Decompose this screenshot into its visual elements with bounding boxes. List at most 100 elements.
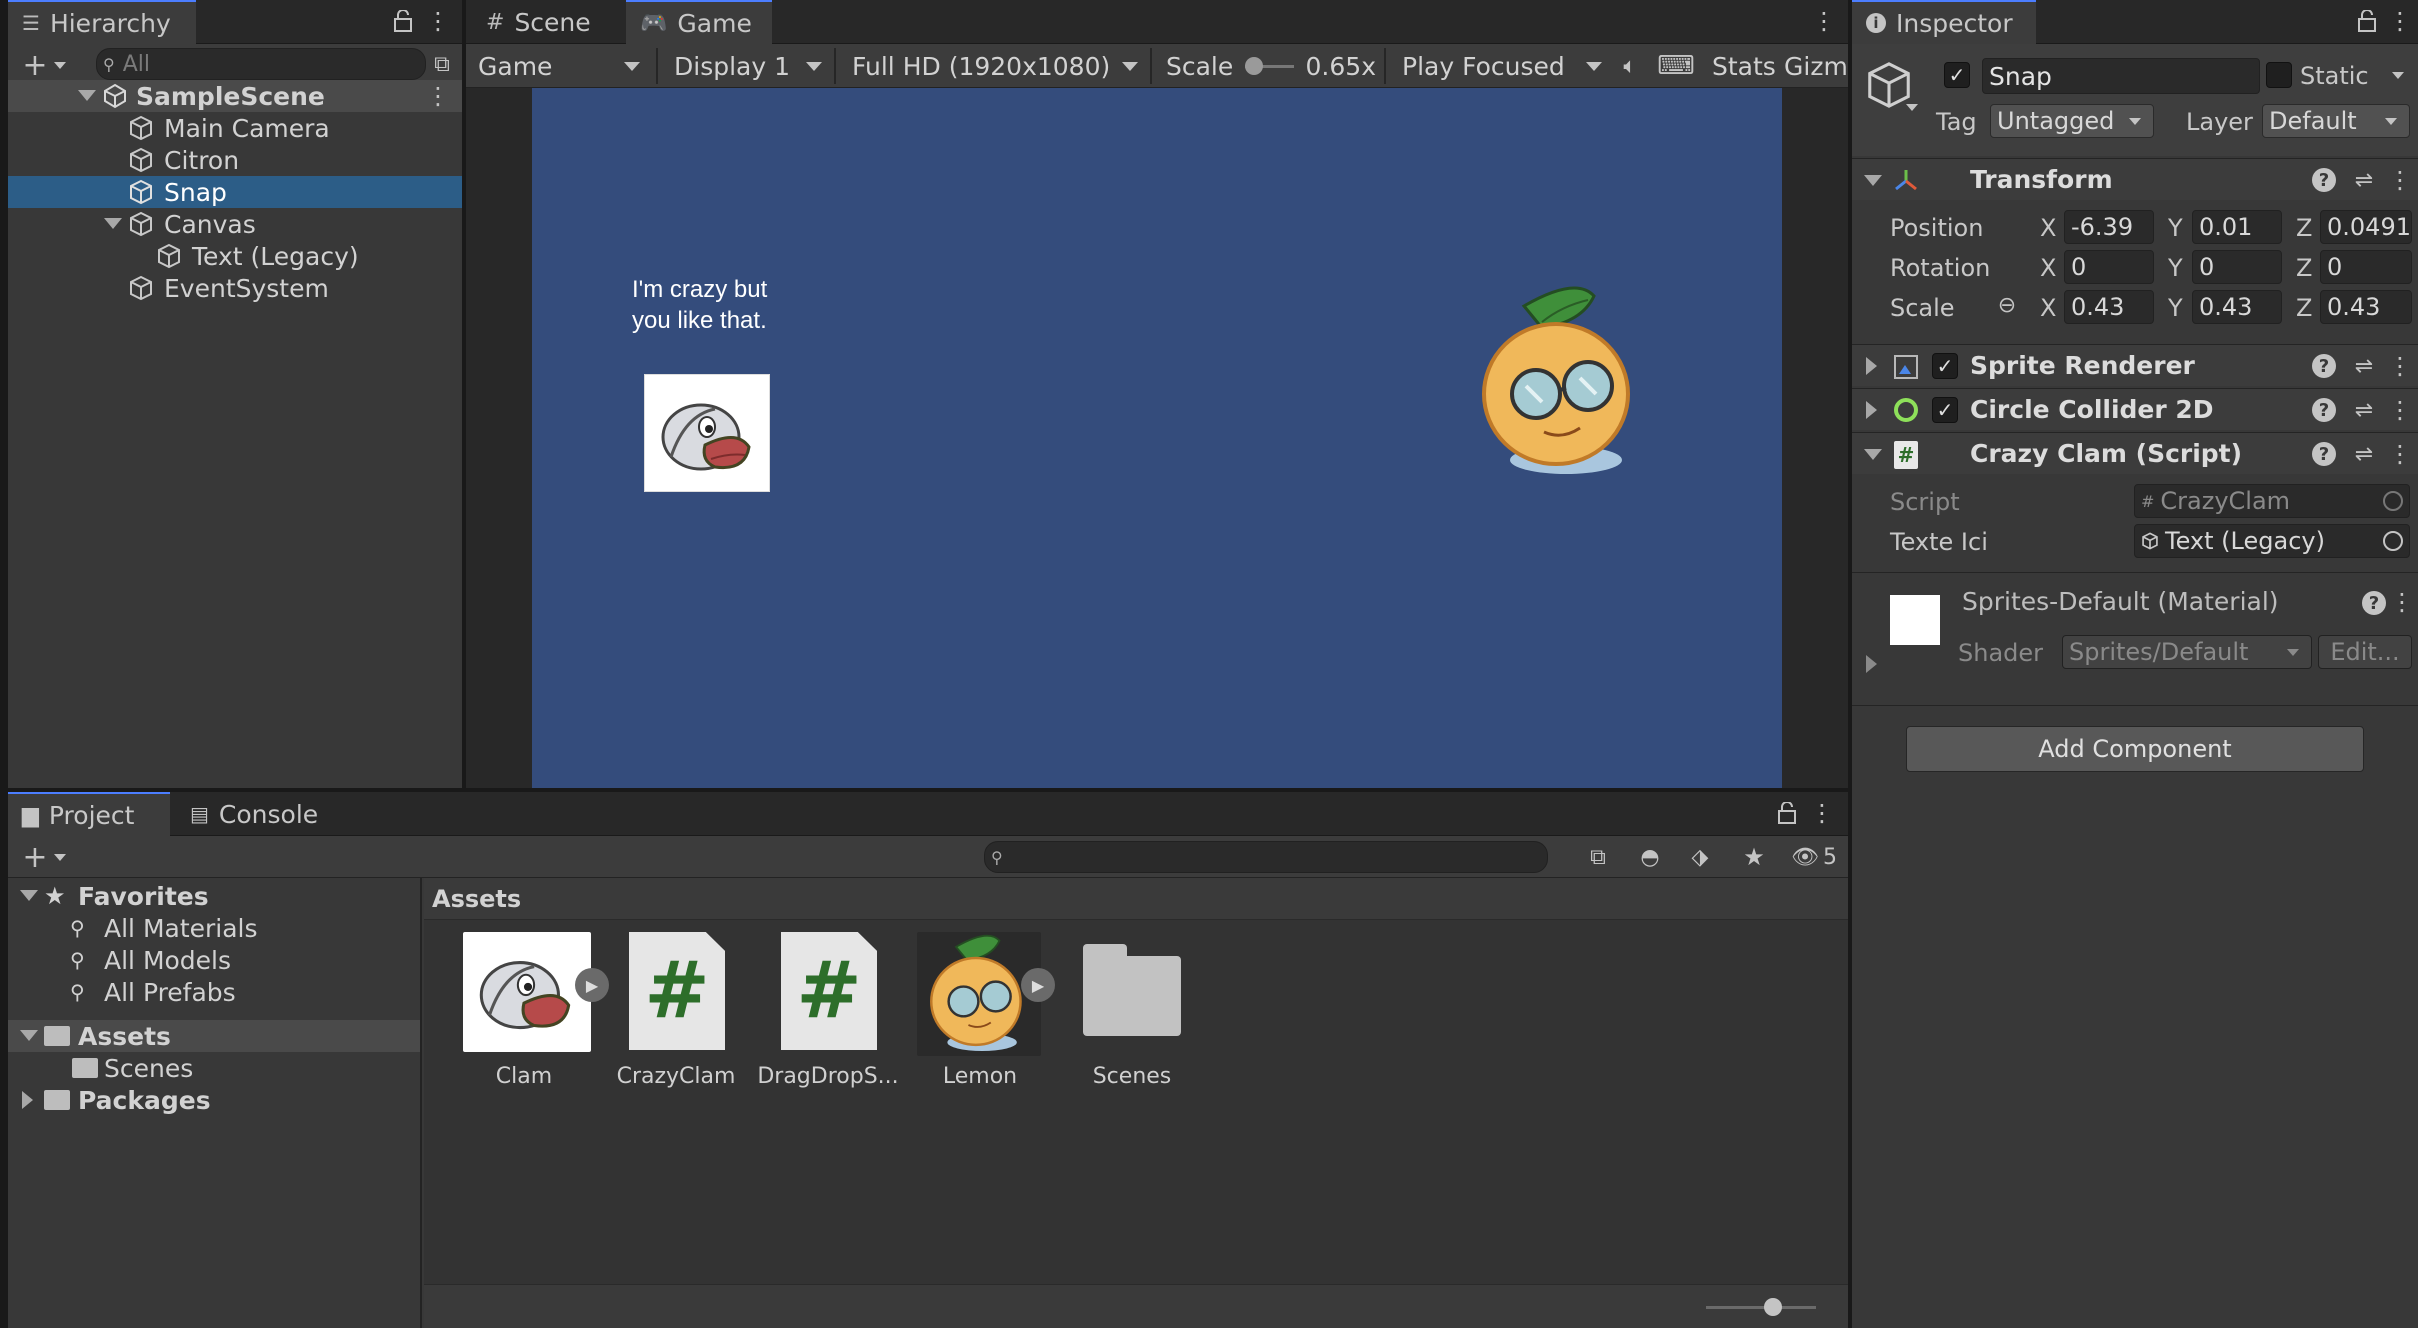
scene-row[interactable]: SampleScene ⋮ <box>8 80 462 112</box>
presets-icon[interactable]: ⇌ <box>2350 165 2378 195</box>
rotation-y-field[interactable]: 0 <box>2192 250 2282 284</box>
expand-arrow-icon[interactable] <box>22 1091 33 1109</box>
active-checkbox[interactable]: ✓ <box>1944 62 1970 88</box>
scale-z-field[interactable]: 0.43 <box>2320 290 2412 324</box>
help-icon[interactable]: ? <box>2312 168 2336 192</box>
expand-arrow-icon[interactable] <box>78 90 96 101</box>
lock-icon[interactable] <box>388 6 418 36</box>
presets-icon[interactable]: ⇌ <box>2350 351 2378 381</box>
tab-inspector[interactable]: i Inspector <box>1852 0 2036 44</box>
hidden-packages-toggle[interactable]: 👁︎ 5 <box>1786 842 1842 872</box>
add-object-button[interactable]: + <box>14 48 74 83</box>
tab-project[interactable]: ▆ Project <box>8 792 170 836</box>
kebab-menu-icon[interactable]: ⋮ <box>2388 165 2412 195</box>
favorites-item-all-prefabs[interactable]: ⚲ All Prefabs <box>8 976 420 1008</box>
kebab-menu-icon[interactable]: ⋮ <box>2388 395 2412 425</box>
help-icon[interactable]: ? <box>2312 398 2336 422</box>
expand-arrow-icon[interactable] <box>104 218 122 229</box>
expand-arrow-icon[interactable] <box>1866 357 1877 375</box>
hierarchy-item-text-legacy[interactable]: Text (Legacy) <box>8 240 462 272</box>
icon-size-slider[interactable] <box>1706 1297 1816 1317</box>
kebab-menu-icon[interactable]: ⋮ <box>2388 6 2412 36</box>
material-preview[interactable] <box>1890 595 1940 645</box>
link-icon[interactable]: ⊖ <box>1992 290 2022 320</box>
shader-edit-button[interactable]: Edit... <box>2318 635 2412 669</box>
packages-folder-row[interactable]: Packages <box>8 1084 420 1116</box>
favorites-item-all-models[interactable]: ⚲ All Models <box>8 944 420 976</box>
slider-thumb[interactable] <box>1245 57 1264 75</box>
help-icon[interactable]: ? <box>2312 442 2336 466</box>
hierarchy-item-canvas[interactable]: Canvas <box>8 208 462 240</box>
display-dropdown[interactable]: Display 1 <box>658 44 834 88</box>
game-viewport[interactable]: I'm crazy but you like that. <box>532 88 1782 788</box>
play-mode-dropdown[interactable]: Play Focused <box>1388 44 1612 88</box>
view-mode-dropdown[interactable]: Game <box>470 44 650 88</box>
filter-by-label-icon[interactable]: ⬗ <box>1684 842 1716 872</box>
scene-kebab-icon[interactable]: ⋮ <box>426 82 450 110</box>
position-z-field[interactable]: 0.0491 <box>2320 210 2412 244</box>
scale-x-field[interactable]: 0.43 <box>2064 290 2154 324</box>
kebab-menu-icon[interactable]: ⋮ <box>426 6 450 36</box>
audio-mute-icon[interactable]: 🔈︎ <box>1612 48 1648 84</box>
scale-slider[interactable] <box>1245 56 1294 76</box>
shader-dropdown[interactable]: Sprites/Default <box>2062 635 2312 669</box>
search-scope-icon[interactable]: ⧉ <box>1582 842 1614 872</box>
presets-icon[interactable]: ⇌ <box>2350 395 2378 425</box>
static-checkbox[interactable] <box>2266 62 2292 88</box>
slider-thumb[interactable] <box>1764 1298 1782 1316</box>
create-asset-button[interactable]: + <box>14 840 74 875</box>
stats-button[interactable]: Stats <box>1704 44 1784 88</box>
gizmos-button[interactable]: Gizm <box>1776 44 1848 88</box>
add-component-button[interactable]: Add Component <box>1906 726 2364 772</box>
lock-icon[interactable] <box>1772 798 1802 828</box>
transform-header[interactable]: Transform ? ⇌ ⋮ <box>1852 158 2418 200</box>
asset-crazyclam-script[interactable]: # CrazyClam <box>601 932 751 1102</box>
texte-ici-field[interactable]: Text (Legacy) <box>2134 524 2410 558</box>
favorites-row[interactable]: ★ Favorites <box>8 880 420 912</box>
layer-dropdown[interactable]: Default <box>2262 104 2410 138</box>
play-expand-icon[interactable]: ▶ <box>1021 968 1055 1002</box>
assets-breadcrumb[interactable]: Assets <box>424 878 1848 920</box>
resolution-dropdown[interactable]: Full HD (1920x1080) <box>838 44 1148 88</box>
hierarchy-search-input[interactable]: ⚲ All <box>96 48 426 80</box>
asset-clam[interactable]: ▶ Clam <box>449 932 609 1102</box>
hierarchy-item-eventsystem[interactable]: EventSystem <box>8 272 462 304</box>
sprite-renderer-header[interactable]: ✓ Sprite Renderer ? ⇌ ⋮ <box>1852 344 2418 386</box>
scale-y-field[interactable]: 0.43 <box>2192 290 2282 324</box>
asset-dragdrop-script[interactable]: # DragDropS... <box>753 932 903 1102</box>
help-icon[interactable]: ? <box>2362 591 2386 615</box>
hierarchy-item-snap[interactable]: Snap <box>8 176 462 208</box>
position-y-field[interactable]: 0.01 <box>2192 210 2282 244</box>
favorite-star-icon[interactable]: ★ <box>1738 842 1770 872</box>
tab-game[interactable]: 🎮 Game <box>626 0 772 44</box>
expand-arrow-icon[interactable] <box>1864 175 1882 186</box>
expand-arrow-icon[interactable] <box>20 890 38 901</box>
kebab-menu-icon[interactable]: ⋮ <box>1810 798 1834 828</box>
expand-arrow-icon[interactable] <box>1866 655 1877 673</box>
crazy-clam-header[interactable]: # Crazy Clam (Script) ? ⇌ ⋮ <box>1852 432 2418 474</box>
object-picker-icon[interactable] <box>2383 531 2403 551</box>
asset-scenes-folder[interactable]: Scenes <box>1057 932 1207 1102</box>
object-name-field[interactable]: Snap <box>1982 58 2260 94</box>
hierarchy-item-main-camera[interactable]: Main Camera <box>8 112 462 144</box>
assets-folder-row[interactable]: Assets <box>8 1020 420 1052</box>
kebab-menu-icon[interactable]: ⋮ <box>2390 587 2414 617</box>
tag-dropdown[interactable]: Untagged <box>1990 104 2154 138</box>
tab-scene[interactable]: # Scene <box>472 0 620 44</box>
favorites-item-all-materials[interactable]: ⚲ All Materials <box>8 912 420 944</box>
expand-arrow-icon[interactable] <box>20 1030 38 1041</box>
chevron-down-icon[interactable] <box>2392 72 2404 79</box>
tab-hierarchy[interactable]: ☰ Hierarchy <box>8 0 196 44</box>
scene-visibility-icon[interactable]: ⧉ <box>428 50 456 78</box>
kebab-menu-icon[interactable]: ⋮ <box>2388 351 2412 381</box>
kebab-menu-icon[interactable]: ⋮ <box>1812 6 1836 36</box>
expand-arrow-icon[interactable] <box>1866 401 1877 419</box>
lock-icon[interactable] <box>2352 6 2382 36</box>
asset-lemon[interactable]: ▶ Lemon <box>905 932 1055 1102</box>
circle-collider-enabled-checkbox[interactable]: ✓ <box>1932 397 1958 423</box>
chevron-down-icon[interactable] <box>1906 104 1918 111</box>
presets-icon[interactable]: ⇌ <box>2350 439 2378 469</box>
expand-arrow-icon[interactable] <box>1864 449 1882 460</box>
scenes-folder-row[interactable]: Scenes <box>8 1052 420 1084</box>
filter-by-type-icon[interactable]: ◓ <box>1634 842 1666 872</box>
